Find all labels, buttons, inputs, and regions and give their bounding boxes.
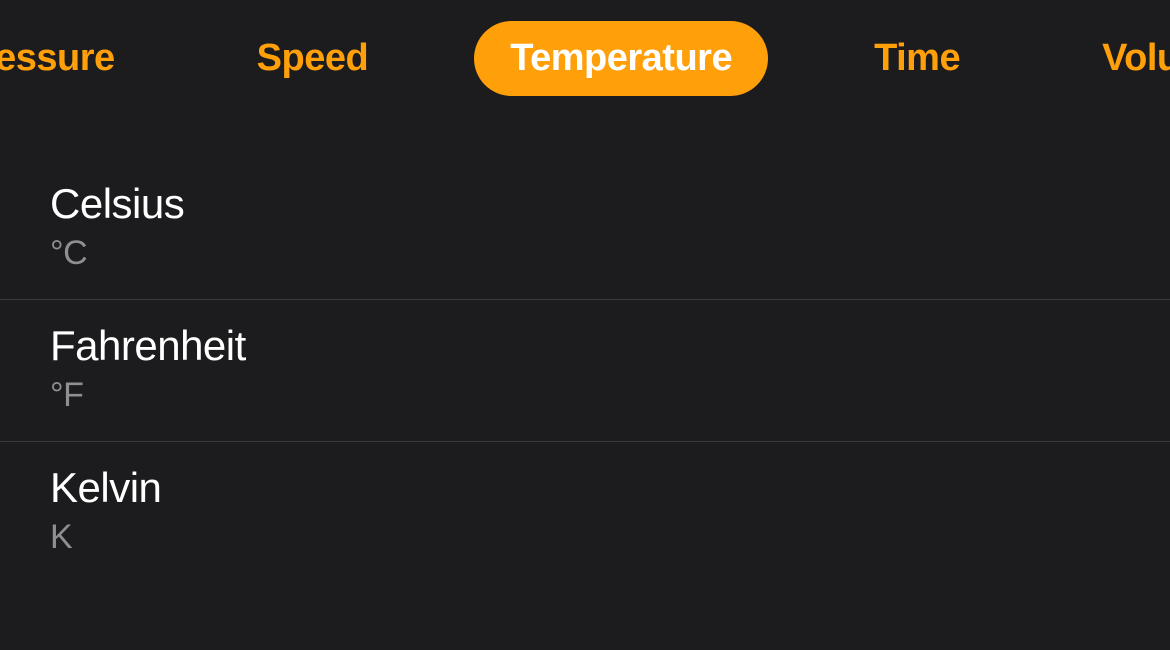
tab-label: Time [874,37,960,79]
tab-label: Volume [1102,37,1170,79]
unit-symbol: °C [50,234,1170,273]
unit-name: Celsius [50,180,1170,228]
list-item-fahrenheit[interactable]: Fahrenheit °F [0,300,1170,442]
tab-label: Pressure [0,37,115,79]
tab-temperature[interactable]: Temperature [474,21,768,96]
tab-pressure[interactable]: Pressure [0,21,151,96]
unit-name: Fahrenheit [50,322,1170,370]
unit-symbol: K [50,518,1170,557]
unit-symbol: °F [50,376,1170,415]
tab-label: Temperature [510,37,732,79]
list-item-celsius[interactable]: Celsius °C [0,158,1170,300]
tab-speed[interactable]: Speed [221,21,405,96]
tab-time[interactable]: Time [838,21,996,96]
unit-list: Celsius °C Fahrenheit °F Kelvin K [0,100,1170,583]
unit-name: Kelvin [50,464,1170,512]
list-item-kelvin[interactable]: Kelvin K [0,442,1170,583]
tab-label: Speed [257,37,369,79]
category-tabs: Pressure Speed Temperature Time Volume W… [0,0,1090,100]
tab-volume[interactable]: Volume [1066,21,1170,96]
